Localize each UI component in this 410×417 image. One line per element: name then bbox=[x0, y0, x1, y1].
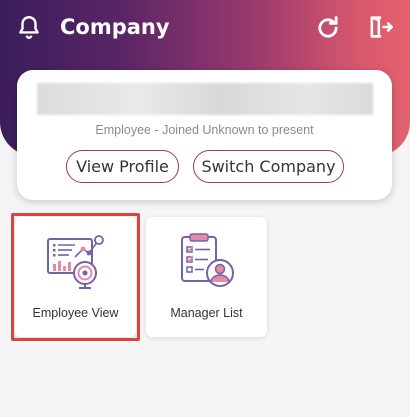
page-title: Company bbox=[60, 15, 170, 39]
view-profile-button[interactable]: View Profile bbox=[66, 150, 179, 183]
selected-tile-highlight bbox=[11, 213, 140, 341]
checklist-user-icon bbox=[181, 233, 234, 287]
manager-list-tile[interactable]: Manager List bbox=[146, 217, 267, 337]
bell-icon[interactable] bbox=[16, 14, 42, 40]
employment-status: Employee - Joined Unknown to present bbox=[95, 123, 314, 137]
blurred-name-bar bbox=[37, 83, 373, 115]
logout-icon[interactable] bbox=[366, 13, 394, 41]
profile-card: Employee - Joined Unknown to present Vie… bbox=[17, 70, 392, 200]
refresh-icon[interactable] bbox=[314, 14, 342, 42]
switch-company-button[interactable]: Switch Company bbox=[193, 150, 344, 183]
manager-list-label: Manager List bbox=[170, 306, 243, 320]
